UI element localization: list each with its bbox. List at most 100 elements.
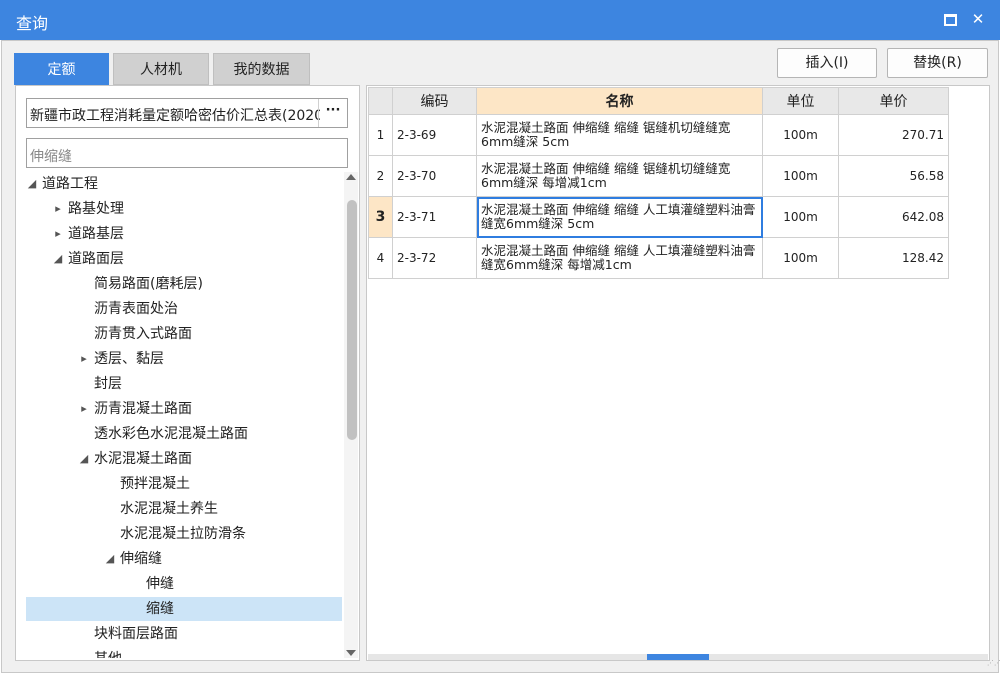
tree-node-label: 沥青表面处治 <box>94 301 178 317</box>
tree-node[interactable]: 预拌混凝土 <box>26 472 342 496</box>
unit-cell[interactable]: 100m <box>762 237 839 279</box>
tab-my-data[interactable]: 我的数据 <box>213 53 310 85</box>
name-cell[interactable]: 水泥混凝土路面 伸缩缝 缩缝 人工填灌缝塑料油膏缝宽6mm缝深 5cm <box>476 196 763 238</box>
tree-node-label: 水泥混凝土养生 <box>120 501 218 517</box>
scroll-thumb[interactable] <box>347 200 357 440</box>
tree-node[interactable]: 水泥混凝土拉防滑条 <box>26 522 342 546</box>
expand-arrow-icon[interactable]: ◢ <box>78 447 90 471</box>
tree-node[interactable]: 水泥混凝土养生 <box>26 497 342 521</box>
unit-cell[interactable]: 100m <box>762 155 839 197</box>
tree-node[interactable]: 沥青表面处治 <box>26 297 342 321</box>
close-icon[interactable]: ✕ <box>964 6 992 32</box>
header-name[interactable]: 名称 <box>476 87 763 115</box>
name-cell[interactable]: 水泥混凝土路面 伸缩缝 缩缝 锯缝机切缝缝宽6mm缝深 5cm <box>476 114 763 156</box>
maximize-icon[interactable] <box>936 6 964 32</box>
row-number[interactable]: 1 <box>368 114 393 156</box>
tree-node-label: 沥青贯入式路面 <box>94 326 192 342</box>
tree-node[interactable]: ◢ 道路工程 <box>26 172 342 196</box>
library-selector[interactable]: 新疆市政工程消耗量定额哈密估价汇总表(2020) ··· <box>26 98 348 128</box>
code-cell[interactable]: 2-3-69 <box>392 114 477 156</box>
tree-node[interactable]: ▸ 透层、黏层 <box>26 347 342 371</box>
resize-grip-icon[interactable]: ⋰⋰ <box>987 660 1000 669</box>
code-cell[interactable]: 2-3-71 <box>392 196 477 238</box>
price-cell[interactable]: 270.71 <box>838 114 949 156</box>
unit-cell[interactable]: 100m <box>762 196 839 238</box>
tree-node[interactable]: 简易路面(磨耗层) <box>26 272 342 296</box>
tree-node[interactable]: ◢ 水泥混凝土路面 <box>26 447 342 471</box>
table-row[interactable]: 4 2-3-72 水泥混凝土路面 伸缩缝 缩缝 人工填灌缝塑料油膏缝宽6mm缝深 每… <box>368 237 949 279</box>
quota-tree-panel: 新疆市政工程消耗量定额哈密估价汇总表(2020) ··· ◢道路工程▸路基处理▸… <box>15 85 360 661</box>
tree-node[interactable]: ▸ 路基处理 <box>26 197 342 221</box>
tree-node-label: 透层、黏层 <box>94 351 164 367</box>
tree-node[interactable]: 块料面层路面 <box>26 622 342 646</box>
title-bar: 查询 ✕ <box>0 0 1000 40</box>
header-code[interactable]: 编码 <box>392 87 477 115</box>
name-cell[interactable]: 水泥混凝土路面 伸缩缝 缩缝 锯缝机切缝缝宽6mm缝深 每增减1cm <box>476 155 763 197</box>
collapse-arrow-icon[interactable]: ▸ <box>52 222 64 246</box>
dialog-body: 定额 人材机 我的数据 插入(I) 替换(R) 新疆市政工程消耗量定额哈密估价汇… <box>1 40 1000 673</box>
header-unit[interactable]: 单位 <box>762 87 839 115</box>
tree-node[interactable]: ◢ 道路面层 <box>26 247 342 271</box>
table-hscrollbar[interactable] <box>368 654 988 660</box>
quota-table-panel: 编码 名称 单位 单价 1 2-3-69 水泥混凝土路面 伸缩缝 缩缝 锯缝机切缝缝… <box>366 85 990 661</box>
header-rownum <box>368 87 393 115</box>
tree-node-label: 水泥混凝土路面 <box>94 451 192 467</box>
price-cell[interactable]: 56.58 <box>838 155 949 197</box>
header-price[interactable]: 单价 <box>838 87 949 115</box>
more-options-button[interactable]: ··· <box>318 99 347 127</box>
table-row[interactable]: 1 2-3-69 水泥混凝土路面 伸缩缝 缩缝 锯缝机切缝缝宽6mm缝深 5cm 10… <box>368 114 949 156</box>
tree-node[interactable]: ▸ 沥青混凝土路面 <box>26 397 342 421</box>
tree-node[interactable]: 透水彩色水泥混凝土路面 <box>26 422 342 446</box>
insert-button[interactable]: 插入(I) <box>777 48 877 78</box>
expand-arrow-icon[interactable]: ◢ <box>52 247 64 271</box>
tree-scrollbar[interactable] <box>344 172 358 658</box>
tree-node[interactable]: 伸缝 <box>26 572 342 596</box>
tree-node[interactable]: 封层 <box>26 372 342 396</box>
tree-node-label: 缩缝 <box>146 601 174 617</box>
tree-node[interactable]: ▸ 道路基层 <box>26 222 342 246</box>
expand-arrow-icon[interactable]: ◢ <box>26 172 38 196</box>
code-cell[interactable]: 2-3-70 <box>392 155 477 197</box>
tab-quota[interactable]: 定额 <box>14 53 109 85</box>
collapse-arrow-icon[interactable]: ▸ <box>78 397 90 421</box>
tree-node[interactable]: 缩缝 <box>26 597 342 621</box>
tree-node-label: 伸缝 <box>146 576 174 592</box>
tree-node-label: 道路工程 <box>42 176 98 192</box>
tree-node-label: 块料面层路面 <box>94 626 178 642</box>
row-number[interactable]: 2 <box>368 155 393 197</box>
tree-node-label: 道路基层 <box>68 226 124 242</box>
collapse-arrow-icon[interactable]: ▸ <box>52 197 64 221</box>
tree-node-label: 沥青混凝土路面 <box>94 401 192 417</box>
search-input[interactable] <box>26 138 348 168</box>
unit-cell[interactable]: 100m <box>762 114 839 156</box>
table-row[interactable]: 3 2-3-71 水泥混凝土路面 伸缩缝 缩缝 人工填灌缝塑料油膏缝宽6mm缝深 5… <box>368 196 949 238</box>
row-number[interactable]: 4 <box>368 237 393 279</box>
price-cell[interactable]: 642.08 <box>838 196 949 238</box>
tree-node-label: 透水彩色水泥混凝土路面 <box>94 426 248 442</box>
tree-node[interactable]: 其他 <box>26 647 342 658</box>
tree-node-label: 预拌混凝土 <box>120 476 190 492</box>
tree-node-label: 伸缩缝 <box>120 551 162 567</box>
name-cell[interactable]: 水泥混凝土路面 伸缩缝 缩缝 人工填灌缝塑料油膏缝宽6mm缝深 每增减1cm <box>476 237 763 279</box>
scroll-up-icon[interactable] <box>346 174 356 180</box>
collapse-arrow-icon[interactable]: ▸ <box>78 347 90 371</box>
window-title: 查询 <box>16 14 49 33</box>
code-cell[interactable]: 2-3-72 <box>392 237 477 279</box>
tree-node-label: 简易路面(磨耗层) <box>94 276 203 292</box>
tree-node-label: 其他 <box>94 647 122 658</box>
hscroll-thumb[interactable] <box>647 654 709 660</box>
tree-node-label: 道路面层 <box>68 251 124 267</box>
tree-node-label: 路基处理 <box>68 201 124 217</box>
replace-button[interactable]: 替换(R) <box>887 48 988 78</box>
table-row[interactable]: 2 2-3-70 水泥混凝土路面 伸缩缝 缩缝 锯缝机切缝缝宽6mm缝深 每增减1c… <box>368 155 949 197</box>
quota-table: 编码 名称 单位 单价 1 2-3-69 水泥混凝土路面 伸缩缝 缩缝 锯缝机切缝缝… <box>368 87 949 279</box>
scroll-down-icon[interactable] <box>346 650 356 656</box>
row-number[interactable]: 3 <box>368 196 393 238</box>
price-cell[interactable]: 128.42 <box>838 237 949 279</box>
expand-arrow-icon[interactable]: ◢ <box>104 547 116 571</box>
category-tree: ◢ 道路工程 ▸ 路基处理 ▸ 道路基层 ◢ 道路面层 简易路面(磨耗层) 沥青表面处治 沥青贯入式… <box>26 172 342 658</box>
tree-node[interactable]: 沥青贯入式路面 <box>26 322 342 346</box>
tree-node[interactable]: ◢ 伸缩缝 <box>26 547 342 571</box>
tab-labor-material-machine[interactable]: 人材机 <box>113 53 209 85</box>
tree-node-label: 封层 <box>94 376 122 392</box>
